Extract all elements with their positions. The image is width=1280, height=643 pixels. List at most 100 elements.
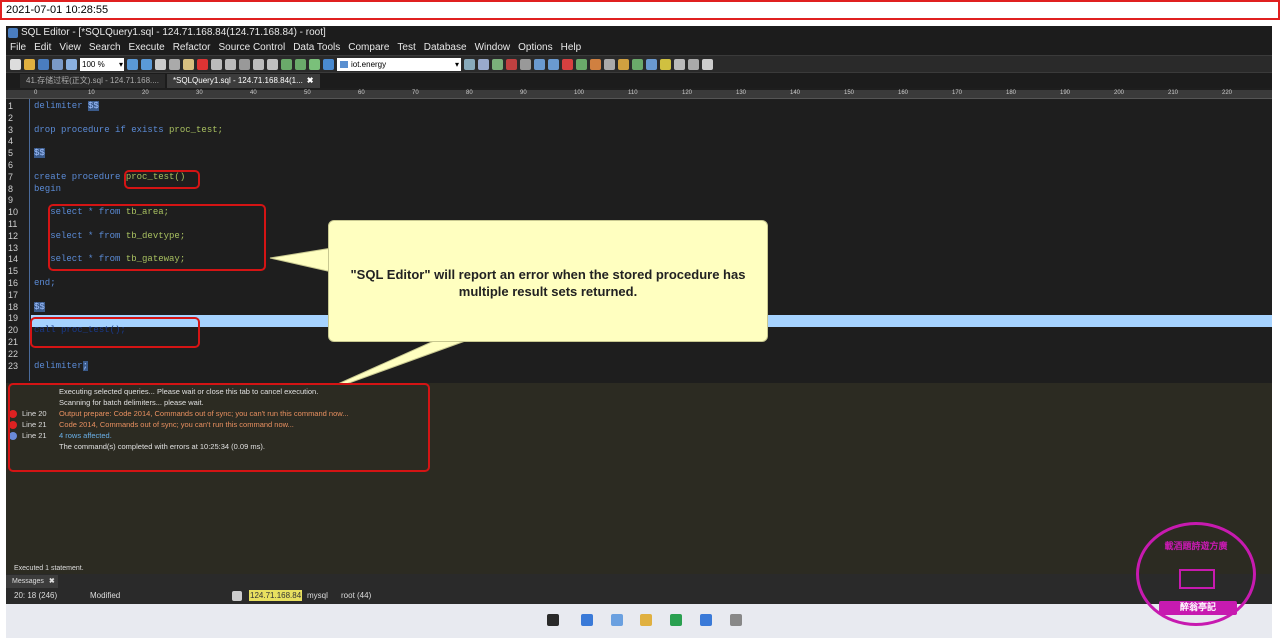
- annotation-box-selects: [48, 204, 266, 271]
- compare-icon[interactable]: [604, 58, 615, 70]
- taskbar-app-icon[interactable]: [640, 614, 652, 626]
- grid-icon[interactable]: [632, 58, 643, 70]
- ruler-mark: 210: [1168, 90, 1179, 96]
- keyword: drop procedure if exists: [34, 124, 164, 135]
- menu-help[interactable]: Help: [557, 40, 586, 55]
- ruler-mark: 170: [952, 90, 963, 96]
- check-icon[interactable]: [660, 58, 671, 70]
- messages-tab-strip: Messages ✖: [6, 574, 1272, 588]
- copy-icon[interactable]: [155, 58, 166, 70]
- code-line-18: $$: [34, 301, 45, 314]
- indent-icon[interactable]: [211, 58, 222, 70]
- cut-icon[interactable]: [169, 58, 180, 70]
- open-folder-icon[interactable]: [24, 58, 35, 70]
- menu-test[interactable]: Test: [393, 40, 419, 55]
- menu-database[interactable]: Database: [420, 40, 471, 55]
- column-ruler: 0 10 20 30 40 50 60 70 80 90 100 110 120…: [6, 90, 1272, 99]
- connection-icon[interactable]: [464, 58, 475, 70]
- tab-sqlquery1[interactable]: *SQLQuery1.sql - 124.71.168.84(1... ✖: [166, 74, 320, 88]
- line-number: 9: [8, 195, 14, 206]
- host-address: 124.71.168.84: [249, 590, 303, 601]
- import-icon[interactable]: [590, 58, 601, 70]
- outdent-icon[interactable]: [225, 58, 236, 70]
- table-icon[interactable]: [520, 58, 531, 70]
- options-icon[interactable]: [674, 58, 685, 70]
- ruler-mark: 190: [1060, 90, 1071, 96]
- ruler-mark: 100: [574, 90, 585, 96]
- menu-compare[interactable]: Compare: [344, 40, 393, 55]
- step-icon[interactable]: [309, 58, 320, 70]
- ruler-mark: 180: [1006, 90, 1017, 96]
- menu-refactor[interactable]: Refactor: [169, 40, 215, 55]
- menu-search[interactable]: Search: [85, 40, 125, 55]
- ruler-mark: 130: [736, 90, 747, 96]
- debug-icon[interactable]: [688, 58, 699, 70]
- menu-options[interactable]: Options: [514, 40, 556, 55]
- export-icon[interactable]: [576, 58, 587, 70]
- messages-tab[interactable]: Messages ✖: [6, 575, 58, 588]
- taskbar-app-icon[interactable]: [581, 614, 593, 626]
- ruler-mark: 0: [34, 90, 38, 96]
- delete-icon[interactable]: [197, 58, 208, 70]
- query-icon[interactable]: [548, 58, 559, 70]
- line-number: 5: [8, 148, 14, 159]
- line-number: 2: [8, 112, 14, 123]
- line-number: 3: [8, 124, 14, 135]
- taskbar-app-icon[interactable]: [670, 614, 682, 626]
- format-icon[interactable]: [239, 58, 250, 70]
- taskbar-app-icon[interactable]: [700, 614, 712, 626]
- execute-selection-icon[interactable]: [295, 58, 306, 70]
- stop-icon[interactable]: [506, 58, 517, 70]
- annotation-callout: "SQL Editor" will report an error when t…: [328, 220, 768, 342]
- undo-icon[interactable]: [127, 58, 138, 70]
- chart-icon[interactable]: [702, 58, 713, 70]
- menu-edit[interactable]: Edit: [30, 40, 55, 55]
- taskbar-app-icon[interactable]: [547, 614, 559, 626]
- taskbar-app-icon[interactable]: [730, 614, 742, 626]
- delimiter-token: $$: [34, 148, 45, 159]
- menu-window[interactable]: Window: [471, 40, 515, 55]
- delimiter-token: $$: [88, 101, 99, 111]
- database-select[interactable]: iot.energy: [337, 57, 461, 71]
- print-icon[interactable]: [66, 58, 77, 70]
- schema-icon[interactable]: [534, 58, 545, 70]
- tab-label: *SQLQuery1.sql - 124.71.168.84(1...: [172, 76, 303, 85]
- zoom-select[interactable]: 100 %: [80, 57, 124, 71]
- save-all-icon[interactable]: [52, 58, 63, 70]
- status-bar: 20: 18 (246) Modified 124.71.168.84 mysq…: [6, 588, 1272, 604]
- line-gutter: 1 2 3 4 5 6 7 8 9 10 11 12 13 14 15 16 1…: [6, 99, 30, 381]
- report-icon[interactable]: [646, 58, 657, 70]
- line-number: 10: [8, 207, 19, 218]
- new-file-icon[interactable]: [10, 58, 21, 70]
- taskbar-app-icon[interactable]: [611, 614, 623, 626]
- save-icon[interactable]: [38, 58, 49, 70]
- comment-icon[interactable]: [267, 58, 278, 70]
- close-messages-icon[interactable]: ✖: [49, 578, 55, 585]
- menu-execute[interactable]: Execute: [125, 40, 169, 55]
- paste-icon[interactable]: [183, 58, 194, 70]
- flash-icon[interactable]: [562, 58, 573, 70]
- menu-source-control[interactable]: Source Control: [214, 40, 289, 55]
- menu-view[interactable]: View: [55, 40, 85, 55]
- properties-icon[interactable]: [478, 58, 489, 70]
- tab-label: 41.存储过程(正文).sql - 124.71.168....: [26, 76, 159, 85]
- folder-icon[interactable]: [618, 58, 629, 70]
- keyword: create procedure: [34, 171, 121, 182]
- line-number: 7: [8, 171, 14, 182]
- menu-data-tools[interactable]: Data Tools: [289, 40, 344, 55]
- tab-stored-procedure[interactable]: 41.存储过程(正文).sql - 124.71.168....: [20, 74, 165, 88]
- keyword: begin: [34, 183, 62, 194]
- redo-icon[interactable]: [141, 58, 152, 70]
- ruler-mark: 70: [412, 90, 419, 96]
- ruler-mark: 20: [142, 90, 149, 96]
- pilcrow-icon[interactable]: [253, 58, 264, 70]
- menu-file[interactable]: File: [6, 40, 30, 55]
- line-number: 15: [8, 266, 19, 277]
- keyword: delimiter: [34, 360, 83, 371]
- execute-icon[interactable]: [281, 58, 292, 70]
- refresh-icon[interactable]: [323, 58, 334, 70]
- app-icon: [8, 28, 18, 38]
- close-tab-icon[interactable]: ✖: [307, 76, 314, 85]
- tool-icon[interactable]: [492, 58, 503, 70]
- line-number: 19: [8, 313, 19, 324]
